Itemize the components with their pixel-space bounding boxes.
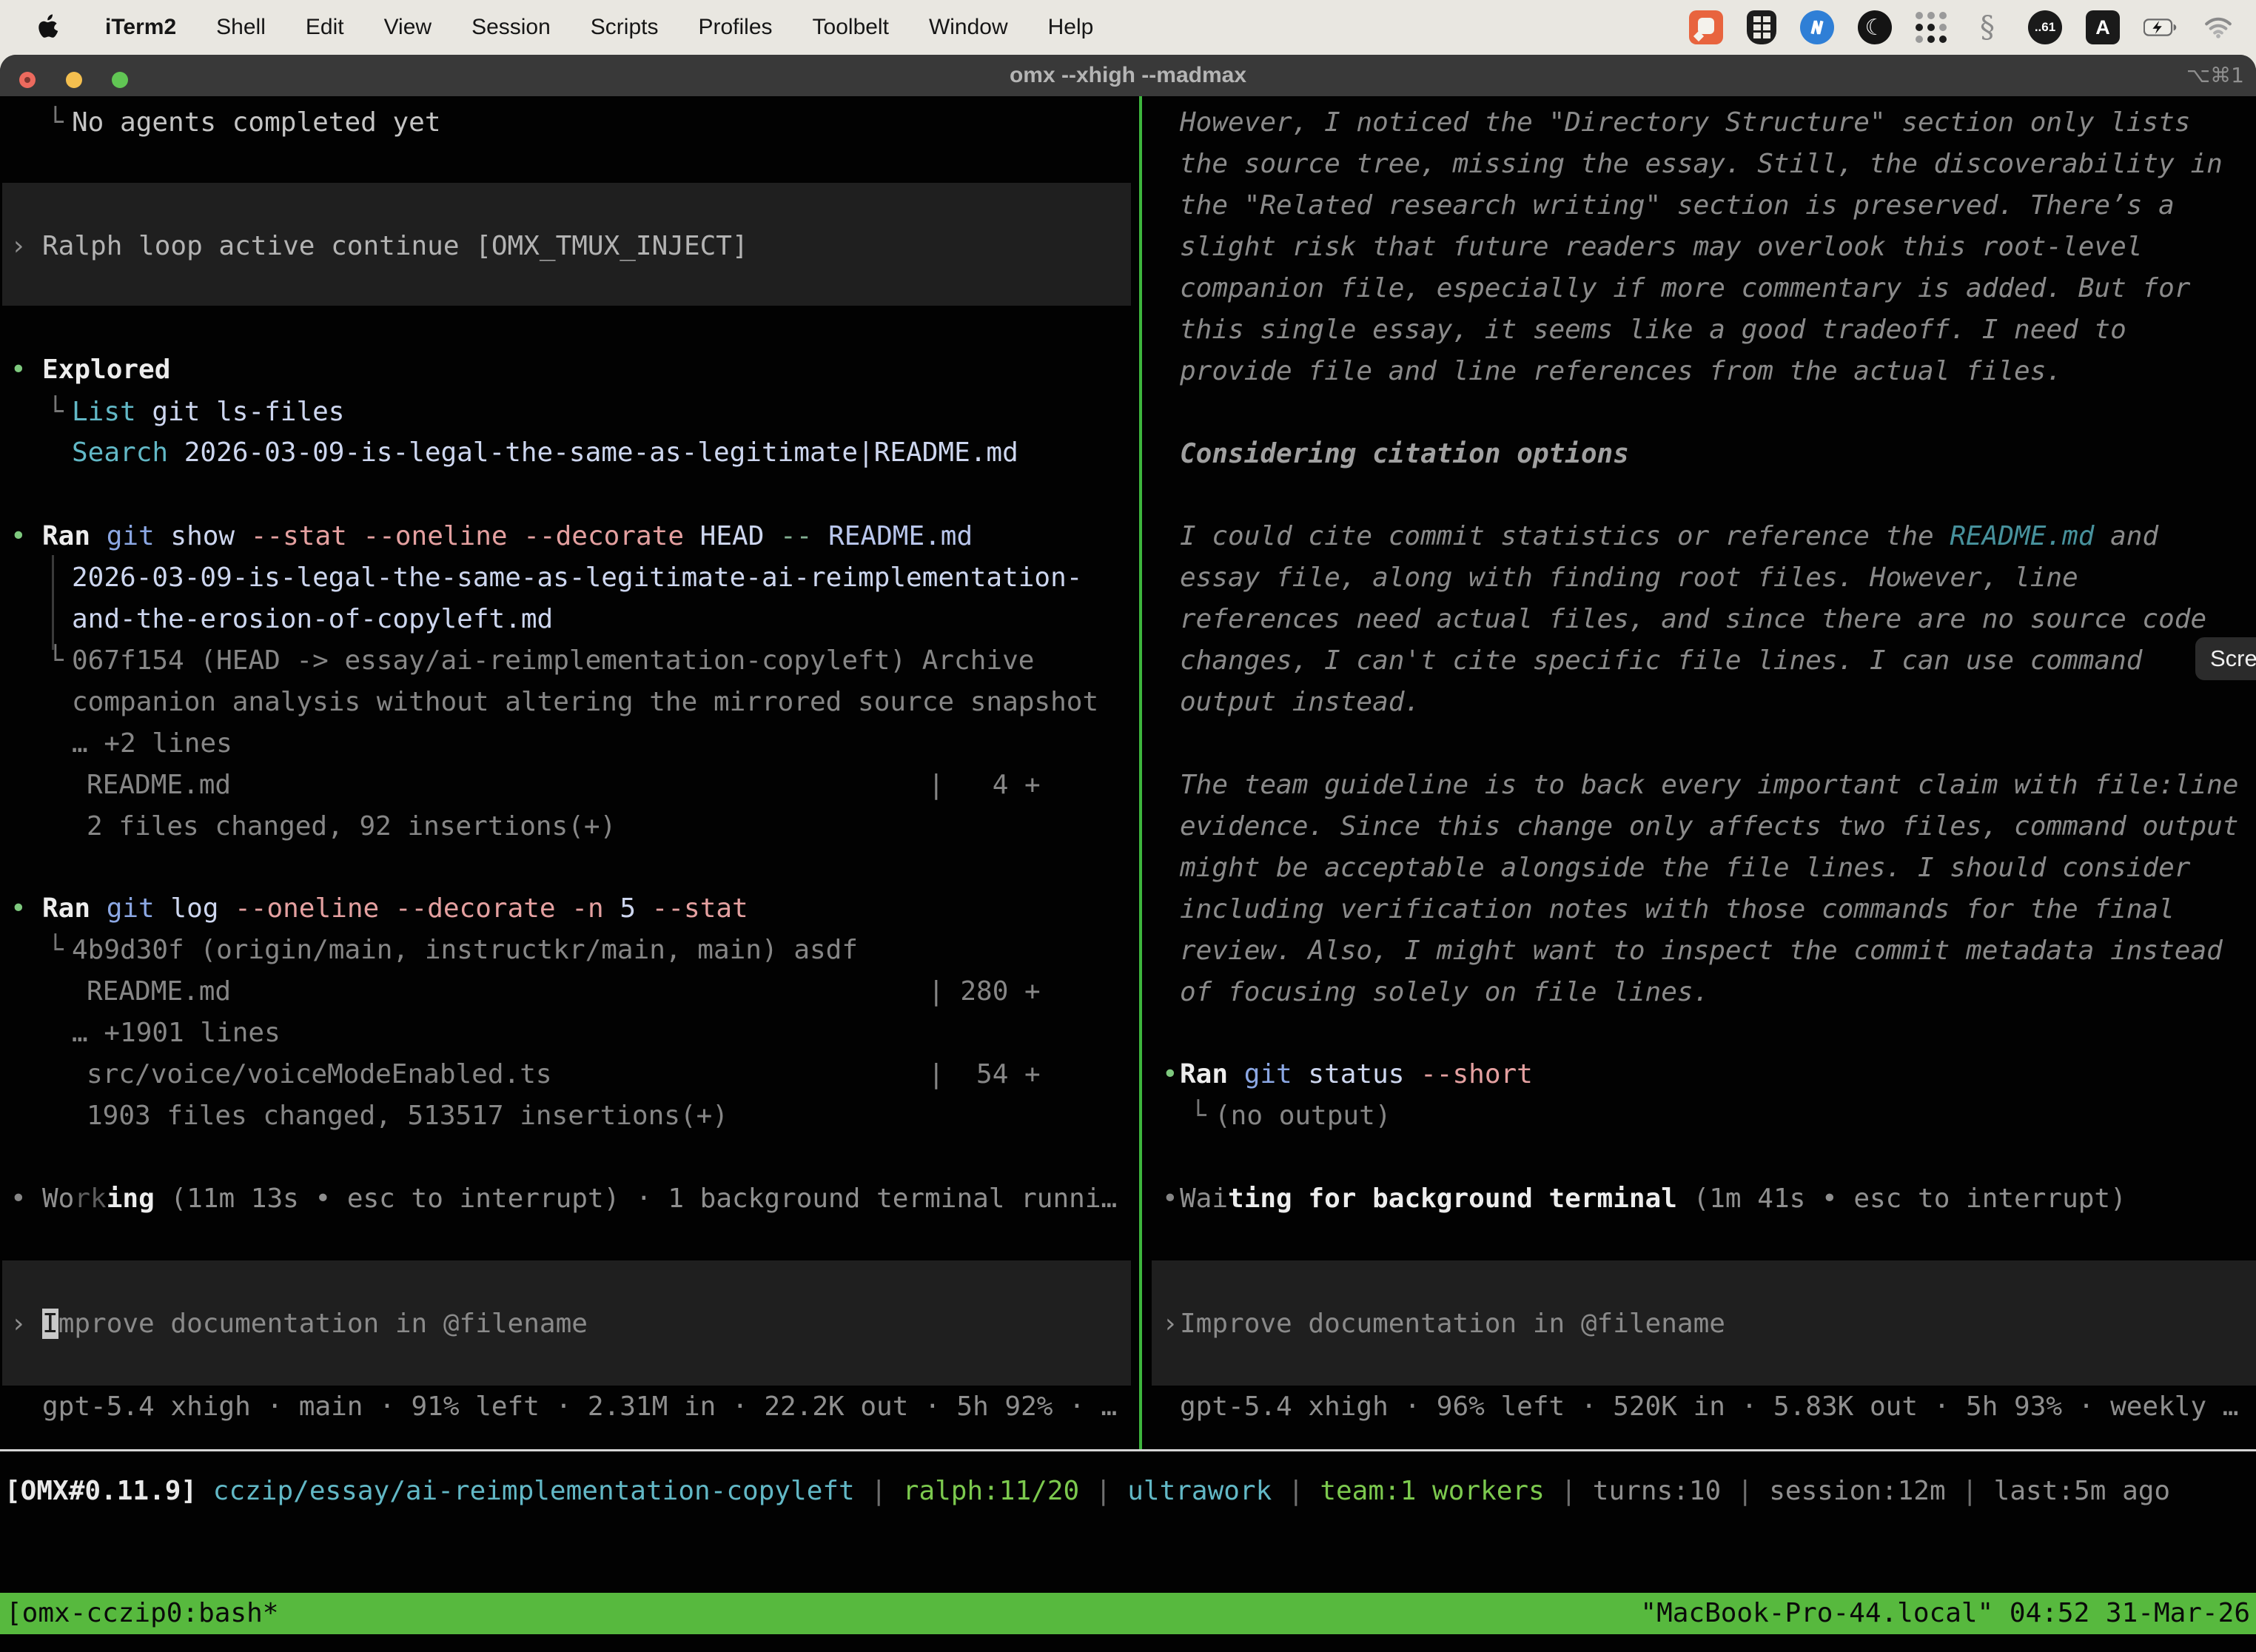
apple-logo-glyph	[37, 14, 59, 41]
battery-icon[interactable]	[2143, 10, 2178, 44]
terminal-line: gpt-5.4 xhigh · main · 91% left · 2.31M …	[0, 1386, 1137, 1428]
terminal-line: slight risk that future readers may over…	[1152, 226, 2256, 268]
terminal-line: └No agents completed yet	[0, 102, 1137, 144]
menu-item-window[interactable]: Window	[929, 15, 1008, 40]
menu-item-profiles[interactable]: Profiles	[698, 15, 772, 40]
terminal-line: •Explored	[0, 349, 1137, 391]
shield-grid-icon[interactable]	[1747, 10, 1776, 44]
menu-item-toolbelt[interactable]: Toolbelt	[813, 15, 889, 40]
tmux-status-bar: [omx-cczip0:bash* "MacBook-Pro-44.local"…	[0, 1593, 2256, 1634]
bolt-badge-icon[interactable]	[1800, 10, 1834, 44]
menu-item-shell[interactable]: Shell	[216, 15, 266, 40]
terminal-line: ›Ralph loop active continue [OMX_TMUX_IN…	[0, 226, 1137, 267]
terminal-line: evidence. Since this change only affects…	[1152, 806, 2256, 847]
a-square-icon[interactable]: A	[2086, 10, 2120, 44]
terminal-line: changes, I can't cite specific file line…	[1152, 640, 2256, 682]
terminal-line: 2 files changed, 92 insertions(+)	[0, 806, 1137, 847]
chat-bubble-shape	[1698, 18, 1714, 34]
terminal-line: output instead.	[1152, 682, 2256, 723]
terminal-line: Search 2026-03-09-is-legal-the-same-as-l…	[0, 432, 1137, 474]
window-shortcut-badge: ⌥⌘1	[2186, 55, 2244, 96]
terminal-line: └(no output)	[1152, 1095, 2256, 1137]
terminal-line: essay file, along with finding root file…	[1152, 557, 2256, 599]
terminal-line: 1903 files changed, 513517 insertions(+)	[0, 1095, 1137, 1137]
terminal-line: src/voice/voiceModeEnabled.ts| 54 +	[0, 1054, 1137, 1095]
terminal-line: The team guideline is to back every impo…	[1152, 765, 2256, 806]
chat-app-icon[interactable]	[1689, 10, 1723, 44]
terminal-line: of focusing solely on file lines.	[1152, 972, 2256, 1013]
menu-item-view[interactable]: View	[384, 15, 432, 40]
menu-item-help[interactable]: Help	[1048, 15, 1094, 40]
screenshot-notification[interactable]: Scre	[2195, 637, 2256, 680]
menu-bar: iTerm2 Shell Edit View Session Scripts P…	[0, 0, 2256, 55]
terminal-line: references need actual files, and since …	[1152, 599, 2256, 640]
terminal-line: •Ran git log --oneline --decorate -n 5 -…	[0, 888, 1137, 930]
iterm2-window: omx --xhigh --madmax ⌥⌘1 └No agents comp…	[0, 55, 2256, 1652]
terminal-line: gpt-5.4 xhigh · 96% left · 520K in · 5.8…	[1152, 1386, 2256, 1428]
terminal-line: companion file, especially if more comme…	[1152, 268, 2256, 309]
terminal-pane-left[interactable]: └No agents completed yet ›Ralph loop acti…	[0, 96, 1137, 1449]
terminal-line: •Waiting for background terminal (1m 41s…	[1152, 1178, 2256, 1220]
grid-dots-icon[interactable]	[1916, 12, 1947, 43]
terminal-line: the "Related research writing" section i…	[1152, 185, 2256, 226]
terminal-line: provide file and line references from th…	[1152, 351, 2256, 392]
terminal-line: I could cite commit statistics or refere…	[1152, 516, 2256, 557]
terminal-pane-right[interactable]: However, I noticed the "Directory Struct…	[1152, 96, 2256, 1449]
terminal-line: •Working (11m 13s • esc to interrupt) · …	[0, 1178, 1137, 1220]
window-title-bar[interactable]: omx --xhigh --madmax ⌥⌘1	[0, 55, 2256, 96]
menu-item-edit[interactable]: Edit	[306, 15, 344, 40]
terminal-line: … +1901 lines	[0, 1013, 1137, 1054]
terminal-line: •Ran git status --short	[1152, 1054, 2256, 1095]
squiggle-icon[interactable]: §	[1970, 10, 2004, 44]
badge-61-icon[interactable]: ..61	[2028, 10, 2062, 44]
terminal-line: However, I noticed the "Directory Struct…	[1152, 102, 2256, 144]
tmux-session-window[interactable]: [omx-cczip0:bash*	[6, 1593, 278, 1634]
menubar-app-name[interactable]: iTerm2	[105, 15, 176, 40]
omx-status-bar: [OMX#0.11.9] cczip/essay/ai-reimplementa…	[0, 1451, 2256, 1593]
tmux-host-clock: "MacBook-Pro-44.local" 04:52 31-Mar-26	[1640, 1593, 2250, 1634]
terminal-line: Considering citation options	[1152, 434, 2256, 475]
terminal-line: this single essay, it seems like a good …	[1152, 309, 2256, 351]
terminal-line: •Ran git show --stat --oneline --decorat…	[0, 516, 1137, 557]
terminal-line: the source tree, missing the essay. Stil…	[1152, 144, 2256, 185]
terminal-line: README.md| 280 +	[0, 971, 1137, 1013]
apple-icon[interactable]	[31, 10, 65, 44]
terminal-line: might be acceptable alongside the file l…	[1152, 847, 2256, 889]
terminal-line: ›Improve documentation in @filename	[0, 1303, 1137, 1345]
pane-divider[interactable]	[1139, 96, 1142, 1449]
terminal-line: └067f154 (HEAD -> essay/ai-reimplementat…	[0, 640, 1137, 682]
menu-item-scripts[interactable]: Scripts	[591, 15, 659, 40]
window-title: omx --xhigh --madmax	[0, 55, 2256, 96]
moon-icon[interactable]: ☾	[1858, 10, 1892, 44]
terminal-line: [OMX#0.11.9] cczip/essay/ai-reimplementa…	[0, 1471, 2256, 1512]
terminal-line: and-the-erosion-of-copyleft.md	[0, 599, 1137, 640]
terminal-line: 2026-03-09-is-legal-the-same-as-legitima…	[0, 557, 1137, 599]
terminal-line: └4b9d30f (origin/main, instructkr/main, …	[0, 930, 1137, 971]
terminal-line: └List git ls-files	[0, 392, 1137, 433]
terminal-line: ›Improve documentation in @filename	[1152, 1303, 2256, 1345]
terminal-line: including verification notes with those …	[1152, 889, 2256, 930]
wifi-icon[interactable]	[2201, 10, 2235, 44]
terminal-line: companion analysis without altering the …	[0, 682, 1137, 723]
terminal-line: review. Also, I might want to inspect th…	[1152, 930, 2256, 972]
terminal-line: … +2 lines	[0, 723, 1137, 765]
terminal-line: README.md| 4 +	[0, 765, 1137, 806]
menu-item-session[interactable]: Session	[471, 15, 551, 40]
